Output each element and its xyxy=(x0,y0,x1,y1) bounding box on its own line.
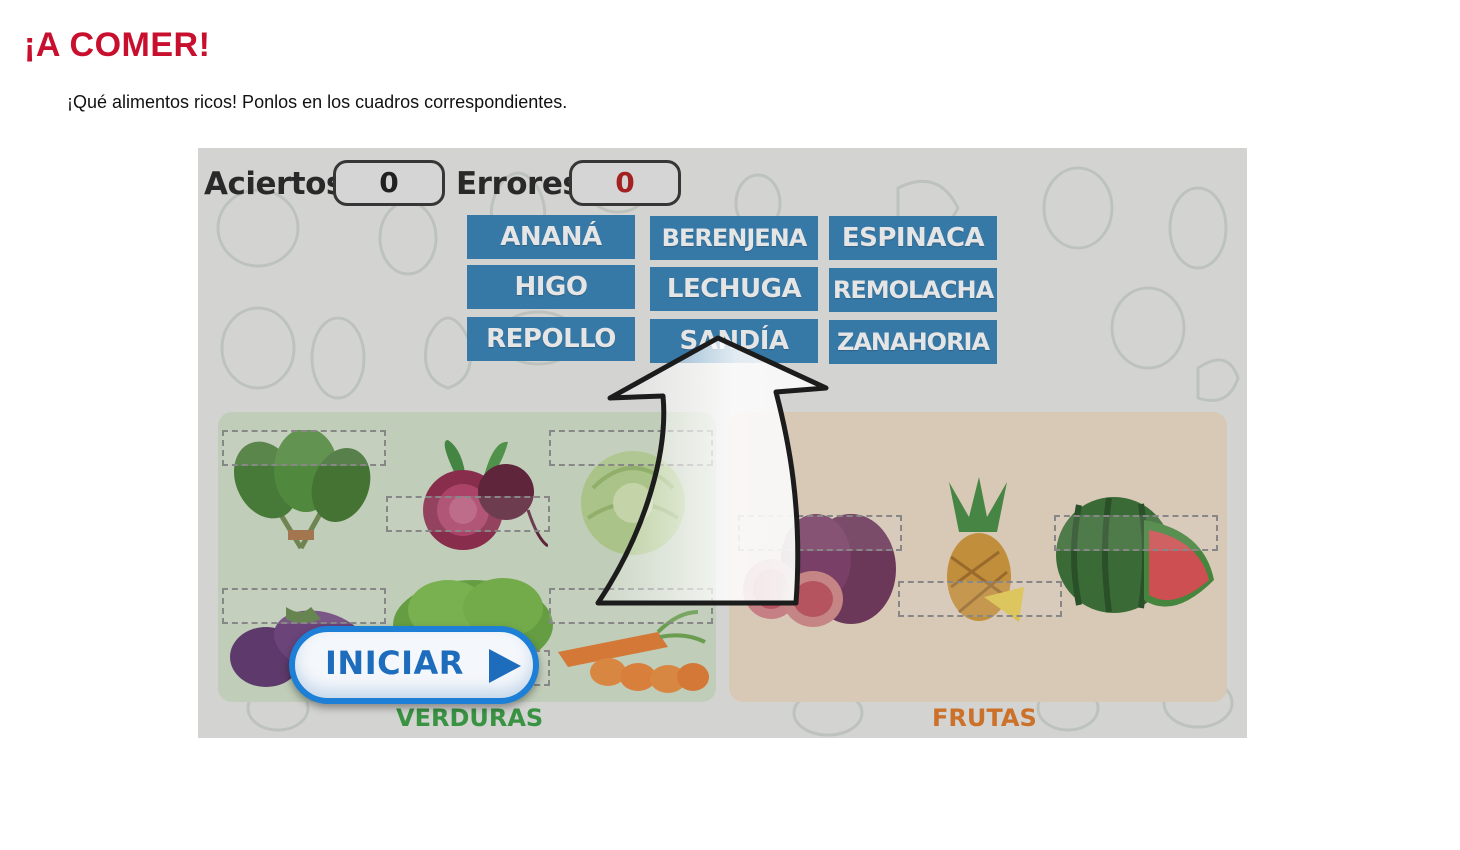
drop-slot-carrot[interactable] xyxy=(549,588,713,624)
word-tile-higo[interactable]: HIGO xyxy=(467,265,635,309)
drop-slot-pineapple[interactable] xyxy=(898,581,1062,617)
correct-counter: 0 xyxy=(333,160,445,206)
vegetables-label: VERDURAS xyxy=(396,704,544,732)
word-tile-berenjena[interactable]: BERENJENA xyxy=(650,216,818,260)
drop-slot-eggplant[interactable] xyxy=(222,588,386,624)
fruits-zone xyxy=(729,412,1227,702)
drop-slot-fig[interactable] xyxy=(738,515,902,551)
word-tile-zanahoria[interactable]: ZANAHORIA xyxy=(829,320,997,364)
start-button[interactable]: INICIAR xyxy=(289,626,539,704)
game-canvas[interactable]: Aciertos 0 Errores 0 ANANÁ BERENJENA ESP… xyxy=(198,148,1247,738)
word-tile-lechuga[interactable]: LECHUGA xyxy=(650,267,818,311)
drop-slot-cabbage[interactable] xyxy=(549,430,713,466)
fruits-label: FRUTAS xyxy=(932,704,1037,732)
drop-slot-watermelon[interactable] xyxy=(1054,515,1218,551)
word-tile-remolacha[interactable]: REMOLACHA xyxy=(829,268,997,312)
drop-slot-beet[interactable] xyxy=(386,496,550,532)
start-button-label: INICIAR xyxy=(325,644,464,682)
errors-label: Errores xyxy=(456,166,581,202)
instructions-text: ¡Qué alimentos ricos! Ponlos en los cuad… xyxy=(67,92,568,112)
word-tile-espinaca[interactable]: ESPINACA xyxy=(829,216,997,260)
word-tile-repollo[interactable]: REPOLLO xyxy=(467,317,635,361)
correct-label: Aciertos xyxy=(204,166,344,202)
errors-counter: 0 xyxy=(569,160,681,206)
play-icon xyxy=(489,649,521,683)
word-tile-anana[interactable]: ANANÁ xyxy=(467,215,635,259)
watermelon-image xyxy=(1056,497,1214,613)
word-tile-sandia[interactable]: SANDÍA xyxy=(650,319,818,363)
page-title: ¡A COMER! xyxy=(24,26,211,64)
drop-slot-spinach[interactable] xyxy=(222,430,386,466)
